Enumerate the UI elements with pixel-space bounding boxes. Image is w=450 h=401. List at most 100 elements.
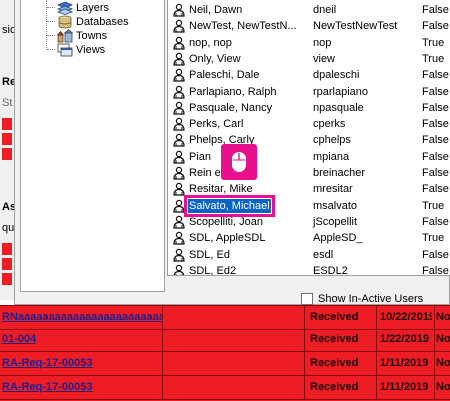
user-login: AppleSD_ xyxy=(313,232,363,245)
user-list[interactable]: Neil, Dawn dneil False NewTest, NewTestN...… xyxy=(167,0,450,276)
user-login: NewTestNewTest xyxy=(313,20,398,33)
views-icon xyxy=(57,43,73,57)
table-row: RNaaaaaaaaaaaaaaaaaaaaaaaaaa Received 10/2… xyxy=(0,306,450,330)
user-row[interactable]: Paleschi, Dale dpaleschi False xyxy=(168,66,450,84)
user-icon xyxy=(172,231,186,245)
user-login: breinacher xyxy=(313,167,365,179)
tree-node-databases[interactable]: Databases xyxy=(47,14,129,29)
red-status-box xyxy=(2,273,12,285)
bg-fragment: sio xyxy=(2,24,14,36)
user-name: Parlapiano, Ralph xyxy=(189,85,277,98)
user-row[interactable]: Neil, Dawn dneil False xyxy=(168,1,450,19)
user-row[interactable]: Perks, Carl cperks False xyxy=(168,115,450,133)
request-link[interactable]: RA-Req-17-00053 xyxy=(2,376,162,399)
user-icon xyxy=(172,3,186,17)
user-login: nop xyxy=(313,36,332,49)
tree-node-towns[interactable]: Towns xyxy=(47,28,107,43)
user-row[interactable]: SDL, Ed esdl False xyxy=(168,246,450,264)
user-icon xyxy=(172,150,186,164)
user-status: False xyxy=(422,69,449,82)
user-row[interactable]: Rein ea breinacher False xyxy=(168,164,450,182)
red-status-box xyxy=(2,243,12,255)
user-row[interactable]: SDL, Ed2 ESDL2 False xyxy=(168,262,450,276)
table-divider xyxy=(376,305,377,400)
request-date: 10/22/2019 xyxy=(380,311,432,323)
user-row-selected[interactable]: Salvato, Michael msalvato True xyxy=(168,194,450,217)
user-login: esdl xyxy=(313,248,334,261)
request-link[interactable]: RA-Req-17-00053 xyxy=(2,352,162,375)
user-icon xyxy=(172,248,186,262)
request-link[interactable]: 01-004 xyxy=(2,328,162,351)
user-name: Resitar, Mike xyxy=(189,183,253,196)
user-row[interactable]: Scopelliti, Joan jScopellit False xyxy=(168,213,450,231)
checkbox-box[interactable] xyxy=(301,293,313,305)
requests-table: RNaaaaaaaaaaaaaaaaaaaaaaaaaa Received 10/2… xyxy=(0,305,450,401)
red-status-box xyxy=(2,133,12,145)
user-name: Pian xyxy=(189,150,212,163)
user-status: True xyxy=(422,52,445,65)
user-login: rparlapiano xyxy=(313,85,369,98)
user-row[interactable]: nop, nop nop True xyxy=(168,34,450,52)
user-row[interactable]: Phelps, Carly cphelps False xyxy=(168,131,450,149)
user-icon xyxy=(172,264,186,275)
table-row: RA-Req-17-00053 Received 1/11/2019 No xyxy=(0,352,450,376)
request-link[interactable]: RNaaaaaaaaaaaaaaaaaaaaaaaaaa xyxy=(2,306,162,329)
user-name: Pasquale, Nancy xyxy=(189,101,273,114)
user-row[interactable]: Resitar, Mike mresitar False xyxy=(168,180,450,198)
red-status-box xyxy=(2,118,12,130)
table-row: RA-Req-17-00053 Received 1/11/2019 No xyxy=(0,376,450,400)
user-admin-dialog: Layers Databases Towns Views Neil, Dawn … xyxy=(14,0,450,305)
red-status-box xyxy=(2,148,12,160)
mouse-click-indicator xyxy=(221,144,257,180)
request-date: 1/11/2019 xyxy=(380,357,429,369)
user-icon xyxy=(172,36,186,50)
admin-tree: Layers Databases Towns Views xyxy=(20,0,165,292)
database-icon xyxy=(57,15,73,29)
tree-node-layers[interactable]: Layers xyxy=(47,0,109,15)
table-row: 01-004 Received 1/22/2019 No xyxy=(0,328,450,352)
user-row[interactable]: Parlapiano, Ralph rparlapiano False xyxy=(168,83,450,101)
request-extra: No xyxy=(436,357,450,369)
user-name: Scopelliti, Joan xyxy=(189,215,263,228)
tree-node-label: Databases xyxy=(76,15,129,28)
request-extra: No xyxy=(436,311,450,323)
user-status: False xyxy=(422,167,449,179)
user-login: cphelps xyxy=(313,134,351,147)
user-row[interactable]: Pasquale, Nancy npasquale False xyxy=(168,99,450,117)
user-login: ESDL2 xyxy=(313,264,348,276)
user-icon xyxy=(172,52,186,66)
show-inactive-label: Show In-Active Users xyxy=(318,293,424,305)
user-status: False xyxy=(422,4,449,16)
user-login: mpiana xyxy=(313,150,350,163)
user-status: True xyxy=(422,36,445,49)
user-row[interactable]: SDL, AppleSDL AppleSD_ True xyxy=(168,229,450,247)
tree-node-label: Views xyxy=(76,43,106,56)
user-status: False xyxy=(422,183,449,196)
user-login: npasquale xyxy=(313,101,364,114)
user-name: Perks, Carl xyxy=(189,118,244,131)
user-login: view xyxy=(313,52,336,65)
tree-node-label: Towns xyxy=(76,29,108,42)
table-divider xyxy=(434,305,435,400)
user-name: Only, View xyxy=(189,52,241,65)
user-icon xyxy=(172,85,186,99)
tree-node-label: Layers xyxy=(76,1,110,14)
user-row[interactable]: Pian mpiana False xyxy=(168,148,450,166)
table-divider xyxy=(304,305,305,400)
user-row[interactable]: NewTest, NewTestN... NewTestNewTest False xyxy=(168,17,450,35)
user-status: False xyxy=(422,215,449,228)
user-icon xyxy=(172,101,186,115)
user-login: msalvato xyxy=(313,199,358,212)
tree-node-views[interactable]: Views xyxy=(47,42,105,57)
user-row[interactable]: Only, View view True xyxy=(168,50,450,68)
bg-fragment: qu xyxy=(2,222,14,234)
request-date: 1/11/2019 xyxy=(380,381,429,393)
user-status: False xyxy=(422,248,449,261)
user-name: SDL, Ed xyxy=(189,248,230,261)
user-icon xyxy=(172,199,186,213)
user-icon xyxy=(172,166,186,180)
user-name: Neil, Dawn xyxy=(189,4,243,16)
user-icon xyxy=(172,68,186,82)
show-inactive-checkbox[interactable]: Show In-Active Users xyxy=(301,293,423,305)
user-status: False xyxy=(422,134,449,147)
